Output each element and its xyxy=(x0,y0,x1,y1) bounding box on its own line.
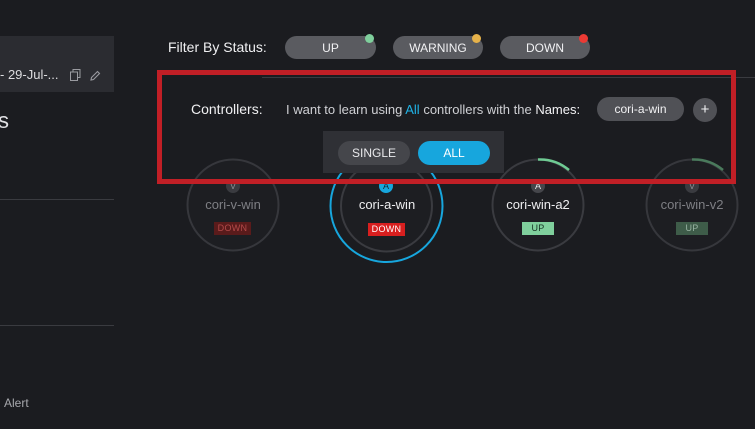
app-root: - 29-Jul-... s Alert Filter By Status: U… xyxy=(0,0,755,429)
status-filter-label: UP xyxy=(322,40,339,55)
left-header xyxy=(0,36,114,92)
status-dot-down-icon xyxy=(579,34,588,43)
node-status-badge: DOWN xyxy=(368,223,405,236)
node-name: cori-win-v2 xyxy=(660,197,724,212)
status-filter-label: DOWN xyxy=(526,40,564,55)
node-name: cori-v-win xyxy=(205,197,261,212)
status-filter-down[interactable]: DOWN xyxy=(500,34,590,59)
highlight-annotation-frame xyxy=(157,70,736,184)
node-status-badge: DOWN xyxy=(214,222,251,235)
copy-icon[interactable] xyxy=(70,68,81,81)
status-dot-up-icon xyxy=(365,34,374,43)
filter-by-status-label: Filter By Status: xyxy=(168,39,267,55)
left-panel: - 29-Jul-... s Alert xyxy=(0,0,114,429)
status-filter-warning[interactable]: WARNING xyxy=(393,34,483,59)
alert-label: Alert xyxy=(4,396,29,410)
status-filter-up[interactable]: UP xyxy=(285,34,376,59)
node-status-badge: UP xyxy=(676,222,708,235)
status-dot-warning-icon xyxy=(472,34,481,43)
left-header-title: - 29-Jul-... xyxy=(0,67,59,82)
node-name: cori-a-win xyxy=(358,197,416,212)
node-status-badge: UP xyxy=(522,222,554,235)
left-divider xyxy=(0,199,114,200)
left-divider xyxy=(0,325,114,326)
left-truncated-text: s xyxy=(0,108,9,133)
status-filter-label: WARNING xyxy=(409,40,467,55)
edit-pencil-icon[interactable] xyxy=(90,68,101,81)
node-name: cori-win-a2 xyxy=(506,197,570,212)
